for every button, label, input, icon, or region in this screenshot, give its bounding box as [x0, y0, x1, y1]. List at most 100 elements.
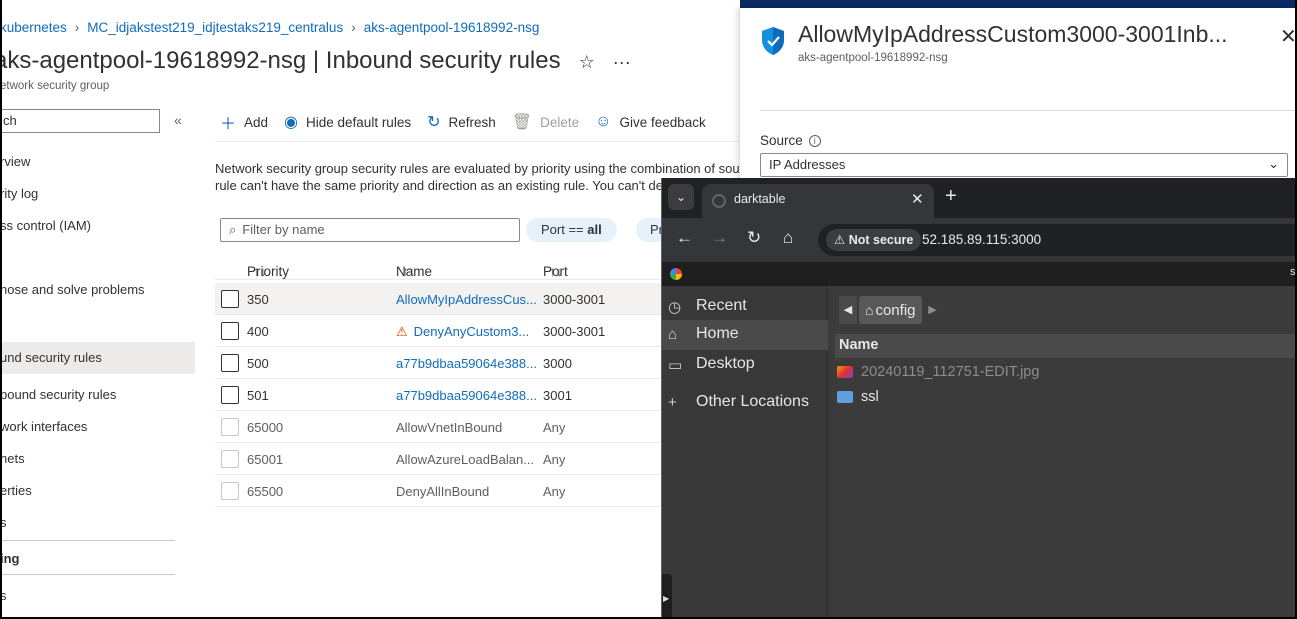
browser-tab[interactable]: darktable ✕: [702, 184, 934, 218]
page-title: aks-agentpool-19618992-nsg | Inbound sec…: [0, 47, 631, 75]
sidebar-item-access-control[interactable]: ss control (IAM): [0, 214, 195, 240]
back-icon[interactable]: ←: [676, 228, 693, 248]
file-row[interactable]: 20240119_112751-EDIT.jpg: [837, 364, 1039, 388]
row-checkbox[interactable]: [221, 322, 239, 340]
folder-icon: ▭: [668, 357, 683, 374]
tab-search-button[interactable]: ⌄: [668, 184, 694, 210]
filter-by-name-input[interactable]: ⌕ Filter by name: [220, 218, 520, 242]
play-icon: ▶: [663, 594, 670, 603]
filter-placeholder: Filter by name: [242, 222, 325, 237]
collapse-sidebar-icon[interactable]: «: [174, 112, 182, 128]
sidebar-item-outbound-rules[interactable]: bound security rules: [0, 383, 195, 409]
row-port: Any: [543, 484, 566, 499]
sidebar-item-properties[interactable]: erties: [0, 479, 195, 505]
row-name-link[interactable]: ⚠ DenyAnyCustom3...: [396, 324, 538, 340]
warning-icon: ⚠: [834, 233, 849, 247]
row-priority: 65000: [247, 420, 284, 435]
add-button[interactable]: ＋ Add: [220, 110, 268, 134]
path-left-arrow-icon[interactable]: ◀: [839, 296, 857, 324]
star-icon[interactable]: ☆: [579, 52, 595, 72]
not-secure-badge[interactable]: ⚠ Not secure: [826, 229, 922, 251]
sidebar-item-overview[interactable]: rview: [0, 150, 195, 176]
row-name-link[interactable]: AllowMyIpAddressCus...: [396, 292, 538, 307]
refresh-label: Refresh: [448, 114, 496, 130]
toolbar-divider: [215, 141, 740, 142]
place-label: Home: [696, 325, 739, 342]
row-priority: 65001: [247, 452, 284, 467]
row-name-link[interactable]: a77b9dbaa59064e388...: [396, 356, 538, 371]
address-bar[interactable]: ⚠ Not secure 52.185.89.115:3000: [818, 224, 1297, 256]
row-checkbox[interactable]: [221, 450, 239, 468]
row-name-link[interactable]: a77b9dbaa59064e388...: [396, 388, 538, 403]
bookmarks-bar: s: [662, 262, 1297, 286]
bookmark-item[interactable]: s: [1290, 266, 1296, 278]
row-priority: 500: [247, 356, 269, 371]
sidebar-search-input[interactable]: ch: [0, 109, 160, 133]
sidebar-item-alerts[interactable]: s: [0, 584, 195, 610]
port-filter-pill[interactable]: Port == all: [526, 218, 617, 242]
row-checkbox[interactable]: [221, 290, 239, 308]
delete-label: Delete: [540, 114, 580, 130]
source-select[interactable]: IP Addresses ⌄: [760, 153, 1288, 177]
sort-icon: ↑↓: [253, 264, 267, 279]
file-row[interactable]: ssl: [837, 389, 879, 413]
path-label: config: [875, 301, 916, 319]
place-desktop[interactable]: ▭ Desktop: [662, 350, 828, 380]
shield-icon: [762, 27, 784, 55]
breadcrumb-nsg[interactable]: aks-agentpool-19618992-nsg: [364, 20, 540, 35]
apps-icon[interactable]: [670, 268, 682, 280]
path-right-arrow-icon[interactable]: ▶: [923, 296, 942, 324]
new-tab-button[interactable]: +: [945, 185, 957, 208]
sidebar-item-inbound-rules[interactable]: und security rules: [0, 342, 195, 374]
row-checkbox[interactable]: [221, 418, 239, 436]
reload-icon[interactable]: ↻: [747, 228, 761, 248]
give-feedback-button[interactable]: ☺ Give feedback: [595, 113, 706, 131]
row-checkbox[interactable]: [221, 482, 239, 500]
name-column-header[interactable]: Name: [835, 334, 1297, 358]
hide-default-rules-button[interactable]: ◉ Hide default rules: [284, 112, 411, 132]
trash-icon: 🗑: [511, 114, 533, 131]
source-label-text: Source: [760, 133, 803, 148]
command-bar: ＋ Add ◉ Hide default rules ↻ Refresh 🗑 Delet…: [220, 110, 722, 134]
place-home[interactable]: ⌂ Home: [662, 320, 828, 350]
delete-button[interactable]: 🗑 Delete: [512, 112, 579, 132]
row-checkbox[interactable]: [221, 386, 239, 404]
path-button-config[interactable]: ⌂ config: [859, 296, 922, 324]
panel-title: AllowMyIpAddressCustom3000-3001Inb...: [798, 21, 1228, 47]
file-name: ssl: [861, 389, 879, 405]
refresh-button[interactable]: ↻ Refresh: [427, 112, 496, 132]
home-icon[interactable]: ⌂: [783, 228, 793, 248]
breadcrumb-resource-group[interactable]: MC_idjakstest219_idjtestaks219_centralus: [87, 20, 343, 35]
sidebar-item-network-interfaces[interactable]: work interfaces: [0, 415, 195, 441]
page-title-text: aks-agentpool-19618992-nsg | Inbound sec…: [0, 47, 561, 74]
browser-toolbar: ← → ↻ ⌂ ⚠ Not secure 52.185.89.115:3000: [662, 218, 1297, 262]
row-name: DenyAllInBound: [396, 484, 490, 499]
panel-divider: [760, 110, 1297, 111]
sidebar-item-diagnose[interactable]: nose and solve problems: [0, 278, 195, 304]
place-other-locations[interactable]: + Other Locations: [662, 388, 828, 418]
sidebar-item-locks[interactable]: s: [0, 511, 195, 537]
place-label: Desktop: [696, 355, 755, 372]
close-icon[interactable]: ✕: [1280, 24, 1297, 49]
port-filter-prefix: Port ==: [541, 222, 588, 237]
home-icon: ⌂: [865, 302, 874, 318]
forward-icon[interactable]: →: [711, 228, 728, 248]
scroll-handle[interactable]: ▶: [662, 574, 672, 619]
chevron-down-icon: ⌄: [1268, 156, 1279, 171]
row-checkbox[interactable]: [221, 354, 239, 372]
row-priority: 65500: [247, 484, 284, 499]
port-filter-value: all: [587, 222, 602, 237]
sidebar-item-activity-log[interactable]: rity log: [0, 182, 195, 208]
row-port: 3000: [543, 356, 572, 371]
top-window-strip: [740, 0, 1297, 8]
hide-default-label: Hide default rules: [306, 114, 412, 130]
sidebar-item-subnets[interactable]: nets: [0, 447, 195, 473]
info-icon[interactable]: i: [808, 135, 821, 148]
place-recent[interactable]: ◷ Recent: [662, 292, 828, 322]
close-tab-icon[interactable]: ✕: [911, 190, 924, 208]
breadcrumb-kubernetes[interactable]: kubernetes: [0, 20, 67, 35]
more-options-icon[interactable]: ···: [613, 52, 631, 72]
page-subtitle: etwork security group: [0, 80, 110, 92]
feedback-label: Give feedback: [619, 114, 706, 130]
place-label: Recent: [696, 297, 747, 314]
